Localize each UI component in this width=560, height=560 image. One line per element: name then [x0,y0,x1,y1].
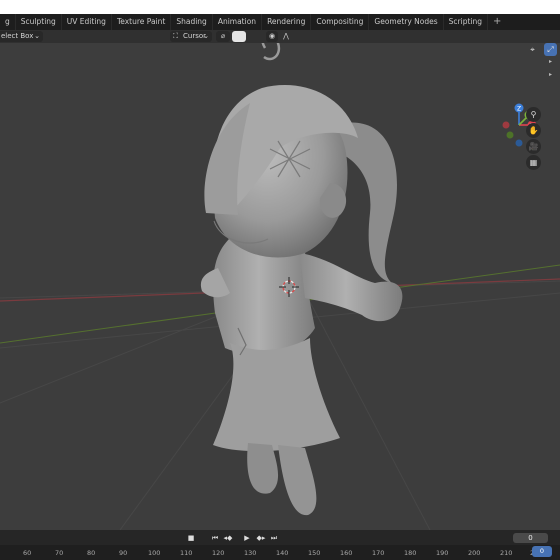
ruler-tick: 120 [212,549,225,557]
chevron-down-icon: ⌄ [34,32,40,40]
tab-sculpting[interactable]: Sculpting [16,14,62,30]
tool-toggle-icon[interactable]: ⌖ [526,43,539,56]
jump-end-button[interactable]: ⏭ [268,533,280,543]
tab-rendering[interactable]: Rendering [262,14,312,30]
tab-shading[interactable]: Shading [171,14,213,30]
tab-compositing[interactable]: Compositing [311,14,370,30]
ruler-tick: 70 [55,549,64,557]
workspace-tabs: g Sculpting UV Editing Texture Paint Sha… [0,14,560,30]
zoom-icon[interactable]: ⚲ [526,107,541,122]
gizmo-neg-z-icon[interactable] [515,139,523,147]
pivot-point-dropdown[interactable]: ⛶ Cursor ⌄ [170,31,212,42]
next-keyframe-button[interactable]: ◆▸ [254,533,268,543]
ruler-tick: 130 [244,549,257,557]
ruler-tick: 210 [500,549,513,557]
play-button[interactable]: ▶ [241,533,253,543]
current-frame-marker[interactable]: 0 [532,546,552,557]
falloff-icon[interactable]: ⋀ [280,31,292,42]
pan-hand-icon[interactable]: ✋ [526,123,541,138]
ruler-tick: 60 [23,549,32,557]
add-workspace-button[interactable]: + [488,14,506,30]
gizmo-neg-y-icon[interactable] [506,131,514,139]
3d-viewport[interactable]: Z Y X [0,43,560,530]
viewport-scene [0,43,560,530]
select-mode-dropdown[interactable]: elect Box ⌄ [0,31,43,42]
jump-start-button[interactable]: ⏮ [209,533,221,543]
character-mesh[interactable] [200,43,403,516]
chevron-down-icon: ⌄ [203,32,209,40]
ortho-grid-icon[interactable]: ▦ [526,155,541,170]
gizmo-neg-x-icon[interactable] [502,121,510,129]
title-bar [0,0,560,14]
tab-scripting[interactable]: Scripting [444,14,489,30]
ruler-tick: 140 [276,549,289,557]
ruler-tick: 200 [468,549,481,557]
gizmo-z-label: Z [517,106,521,113]
ruler-tick: 190 [436,549,449,557]
tab-animation[interactable]: Animation [213,14,263,30]
proportional-edit-icon[interactable]: ◉ [266,31,278,42]
stop-button[interactable]: ■ [186,533,196,543]
ruler-tick: 150 [308,549,321,557]
prev-keyframe-button[interactable]: ◂◆ [221,533,235,543]
tab-uv-editing[interactable]: UV Editing [62,14,112,30]
ruler-tick: 160 [340,549,353,557]
view-toggle-icon[interactable]: ⤢ [544,43,557,56]
ruler-tick: 110 [180,549,193,557]
ruler-tick: 80 [87,549,96,557]
tab-layout[interactable]: g [0,14,16,30]
ruler-tick: 180 [404,549,417,557]
snap-icon[interactable]: ⌀ [216,31,230,42]
ruler-tick: 90 [119,549,128,557]
current-frame-field[interactable]: 0 [513,533,548,543]
sidebar-arrow-icon[interactable]: ▸ [549,58,552,65]
viewport-header: elect Box ⌄ ⛶ Cursor ⌄ ⌀ ◉ ⋀ [0,30,560,43]
tab-geometry-nodes[interactable]: Geometry Nodes [369,14,444,30]
camera-view-icon[interactable]: 🎥 [526,139,541,154]
snap-target-icon[interactable] [232,31,246,42]
timeline-header [0,530,560,545]
select-mode-label: elect Box [1,32,34,40]
ruler-tick: 170 [372,549,385,557]
sidebar-arrow-icon[interactable]: ▸ [549,71,552,78]
cursor-pivot-icon: ⛶ [173,32,178,40]
tab-texture-paint[interactable]: Texture Paint [112,14,172,30]
ruler-tick: 100 [148,549,161,557]
